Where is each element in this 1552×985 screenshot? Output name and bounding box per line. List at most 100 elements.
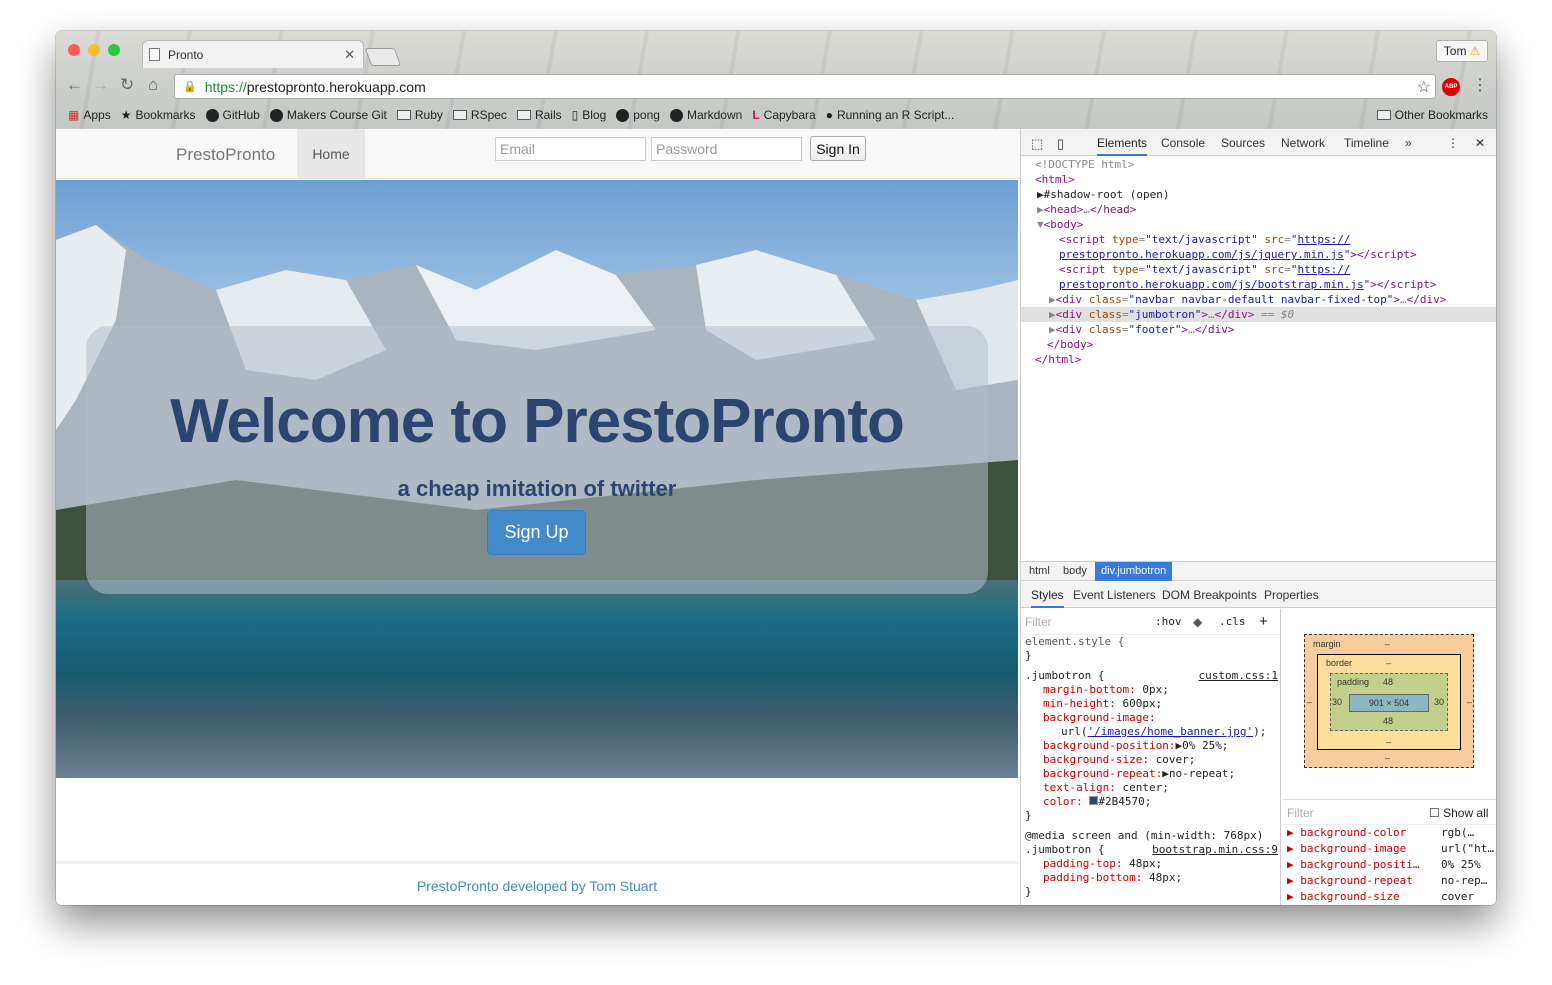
devtools-menu-icon[interactable]: ⋮ [1447,136,1459,150]
breadcrumb-body[interactable]: body [1057,562,1093,581]
tab-event-listeners[interactable]: Event Listeners [1073,588,1156,602]
maximize-window-button[interactable] [108,44,120,56]
browser-tab[interactable]: Pronto ✕ [142,40,364,68]
close-devtools-icon[interactable]: ✕ [1475,136,1485,150]
style-property[interactable]: padding-bottom: 48px; [1021,871,1280,885]
reload-icon[interactable]: ↻ [120,75,134,95]
style-property[interactable]: min-height: 600px; [1021,697,1280,711]
border-bottom-value[interactable]: – [1386,737,1391,747]
back-icon[interactable]: ← [66,75,83,95]
computed-filter-input[interactable]: Filter ☐ Show all [1283,799,1496,825]
browser-menu-icon[interactable]: ⋮ [1472,75,1488,95]
padding-left-value[interactable]: 30 [1332,697,1342,707]
style-property[interactable]: padding-top: 48px; [1021,857,1280,871]
bookmark-rails[interactable]: Rails [516,108,562,122]
style-rule[interactable]: element.style { [1021,635,1280,649]
dom-node[interactable]: <script type="text/javascript" src="http… [1021,232,1496,247]
padding-right-value[interactable]: 30 [1434,697,1444,707]
color-swatch[interactable] [1089,796,1099,805]
breadcrumb-html[interactable]: html [1023,562,1056,581]
device-toolbar-icon[interactable]: ▯ [1057,136,1064,152]
bookmark-rspec[interactable]: RSpec [452,108,507,122]
computed-property[interactable]: ▶ background-size cover [1283,889,1496,905]
tab-network[interactable]: Network [1281,136,1325,150]
dom-node[interactable]: ▶#shadow-root (open) [1021,187,1496,202]
tab-console[interactable]: Console [1161,136,1205,150]
style-property-value[interactable]: url('/images/home_banner.jpg'); [1021,725,1280,739]
home-icon[interactable]: ⌂ [148,75,158,95]
sign-up-button[interactable]: Sign Up [487,510,586,555]
adblock-icon[interactable]: ABP [1442,78,1460,96]
dom-node[interactable]: prestopronto.herokuapp.com/js/bootstrap.… [1021,277,1496,292]
dom-node[interactable]: ▶<div class="navbar navbar-default navba… [1021,292,1496,307]
bookmark-makers[interactable]: Makers Course Git [269,108,387,122]
computed-property[interactable]: ▶ background-color rgb(… [1283,825,1496,841]
dom-node[interactable]: </body> [1021,337,1496,352]
bookmark-capybara[interactable]: L Capybara [752,108,815,122]
content-box[interactable]: 901 × 504 [1349,694,1429,712]
border-top-value[interactable]: – [1386,658,1391,668]
padding-bottom-value[interactable]: 48 [1383,716,1393,726]
computed-property[interactable]: ▶ background-repeat no-rep… [1283,873,1496,889]
dom-node[interactable]: <html> [1021,172,1496,187]
margin-right-value[interactable]: – [1467,697,1472,707]
hov-toggle[interactable]: :hov [1155,609,1182,635]
margin-top-value[interactable]: – [1385,639,1390,649]
tab-sources[interactable]: Sources [1221,136,1265,150]
dom-node[interactable]: <!DOCTYPE html> [1021,157,1496,172]
computed-property[interactable]: ▶ background-positi… 0% 25% [1283,857,1496,873]
new-rule-button[interactable]: + [1259,609,1268,635]
more-tabs-icon[interactable]: » [1405,136,1412,150]
bookmark-r-script[interactable]: ● Running an R Script... [826,108,955,122]
styles-filter-input[interactable]: Filter :hov ◆ .cls + [1021,609,1280,635]
dom-tree[interactable]: <!DOCTYPE html> <html> ▶#shadow-root (op… [1021,157,1496,367]
bookmark-markdown[interactable]: Markdown [669,108,742,122]
dom-node[interactable]: ▶<div class="footer">…</div> [1021,322,1496,337]
sign-in-button[interactable]: Sign In [810,136,866,161]
tab-dom-breakpoints[interactable]: DOM Breakpoints [1162,588,1257,602]
email-input[interactable]: Email [495,137,646,161]
dom-node[interactable]: ▶<head>…</head> [1021,202,1496,217]
new-tab-button[interactable] [364,48,402,66]
close-window-button[interactable] [68,44,80,56]
minimize-window-button[interactable] [88,44,100,56]
bookmark-star-icon[interactable]: ☆ [1417,77,1431,97]
bookmark-apps[interactable]: ▦ Apps [68,108,111,122]
dom-node[interactable]: </html> [1021,352,1496,367]
cls-toggle[interactable]: .cls [1219,609,1246,635]
style-property[interactable]: background-size: cover; [1021,753,1280,767]
color-format-icon[interactable]: ◆ [1193,609,1202,635]
style-property[interactable]: margin-bottom: 0px; [1021,683,1280,697]
style-property[interactable]: text-align: center; [1021,781,1280,795]
breadcrumb-jumbotron[interactable]: div.jumbotron [1095,562,1173,581]
style-property[interactable]: background-image: [1021,711,1280,725]
dom-node[interactable]: prestopronto.herokuapp.com/js/jquery.min… [1021,247,1496,262]
dom-node[interactable]: ▼<body> [1021,217,1496,232]
bookmark-pong[interactable]: pong [616,108,660,122]
close-tab-icon[interactable]: ✕ [344,47,355,63]
dom-node-selected[interactable]: ▶<div class="jumbotron">…</div> == $0 [1021,307,1496,322]
dom-node[interactable]: <script type="text/javascript" src="http… [1021,262,1496,277]
tab-properties[interactable]: Properties [1264,588,1319,602]
bookmark-github[interactable]: GitHub [205,108,260,122]
bookmark-ruby[interactable]: Ruby [396,108,443,122]
padding-top-value[interactable]: 48 [1383,677,1393,687]
tab-timeline[interactable]: Timeline [1344,136,1389,150]
password-input[interactable]: Password [651,137,802,161]
margin-left-value[interactable]: – [1307,697,1312,707]
style-property[interactable]: color: #2B4570; [1021,795,1280,809]
profile-button[interactable]: Tom ⚠ [1436,40,1488,62]
style-property[interactable]: background-position:▶0% 25%; [1021,739,1280,753]
other-bookmarks[interactable]: Other Bookmarks [1376,108,1488,122]
margin-bottom-value[interactable]: – [1385,753,1390,763]
bookmark-blog[interactable]: ▯ Blog [572,108,607,122]
style-property[interactable]: background-repeat:▶no-repeat; [1021,767,1280,781]
computed-property[interactable]: ▶ background-image url("ht… [1283,841,1496,857]
tab-elements[interactable]: Elements [1097,136,1148,156]
inspect-element-icon[interactable]: ⬚ [1031,136,1043,152]
address-bar[interactable]: 🔒 https:// prestopronto.herokuapp.com ☆ [174,74,1436,99]
footer-link[interactable]: PrestoPronto developed by Tom Stuart [417,878,657,894]
show-all-checkbox[interactable]: ☐ Show all [1429,800,1488,826]
style-selector[interactable]: .jumbotron {bootstrap.min.css:9 [1021,843,1280,857]
forward-icon[interactable]: → [92,75,109,95]
